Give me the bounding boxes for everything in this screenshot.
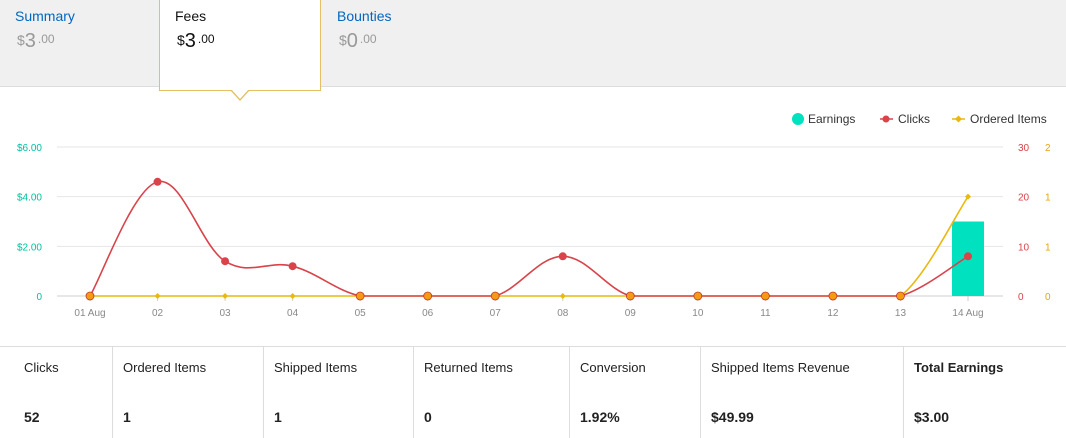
- x-tick-label: 02: [152, 308, 164, 319]
- x-tick-label: 01 Aug: [74, 308, 105, 319]
- clicks-point: [625, 291, 635, 301]
- legend-item-earnings[interactable]: Earnings: [792, 112, 855, 126]
- tab-summary-label: Summary: [15, 8, 75, 24]
- metric-conversion-value: 1.92%: [580, 409, 620, 425]
- clicks-point: [964, 252, 972, 261]
- tab-bounties-label: Bounties: [337, 8, 392, 24]
- tab-fees-value: $3.00: [177, 30, 215, 52]
- tab-summary-value: $3.00: [17, 30, 55, 52]
- x-tick-label: 08: [557, 308, 569, 319]
- tab-summary[interactable]: Summary $3.00: [0, 0, 160, 86]
- metric-ordered-items: Ordered Items 1: [113, 347, 264, 438]
- clicks-point: [828, 291, 838, 301]
- x-tick-label: 06: [422, 308, 434, 319]
- metric-total-earnings: Total Earnings $3.00: [904, 347, 1066, 438]
- clicks-point: [760, 291, 770, 301]
- chart-legend: Earnings Clicks Ordered Items: [792, 112, 1047, 126]
- metric-returned-items: Returned Items 0: [414, 347, 570, 438]
- x-tick-label: 10: [692, 308, 704, 319]
- metric-returned-items-label: Returned Items: [424, 360, 513, 375]
- ordered-items-point: [559, 293, 566, 299]
- ordered-items-point: [289, 293, 296, 299]
- x-axis: 01 Aug 02 03 04 05 06 07 08 09 10 11 12 13 14 Aug: [74, 296, 984, 319]
- tab-fees-label: Fees: [175, 8, 207, 24]
- metric-clicks: Clicks 52: [0, 347, 113, 438]
- y-left-tick-label: $2.00: [17, 242, 42, 253]
- clicks-point: [85, 291, 95, 301]
- x-tick-label: 13: [895, 308, 907, 319]
- metric-shipped-revenue: Shipped Items Revenue $49.99: [701, 347, 904, 438]
- chart-markers: [85, 177, 972, 301]
- x-tick-label: 04: [287, 308, 299, 319]
- y-left-tick-label: $6.00: [17, 143, 42, 154]
- x-tick-label: 03: [220, 308, 232, 319]
- ordered-items-point: [222, 293, 229, 299]
- legend-earnings-label: Earnings: [808, 112, 855, 126]
- y-axis-right-items: 0 1 1 2: [1045, 143, 1051, 303]
- y-axis-left: 0 $2.00 $4.00 $6.00: [17, 143, 42, 303]
- x-tick-label: 09: [625, 308, 637, 319]
- metric-returned-items-value: 0: [424, 409, 432, 425]
- clicks-point: [153, 177, 162, 186]
- clicks-point: [423, 291, 433, 301]
- tab-bar: Summary $3.00 Fees $3.00 Bounties $0.00: [0, 0, 1066, 101]
- metric-total-earnings-label: Total Earnings: [914, 360, 1004, 375]
- metric-clicks-label: Clicks: [24, 360, 59, 375]
- y-right-items-tick-label: 0: [1045, 292, 1051, 303]
- metrics-row: Clicks 52 Ordered Items 1 Shipped Items …: [0, 346, 1066, 438]
- x-tick-label: 07: [490, 308, 502, 319]
- y-right-items-tick-label: 1: [1045, 242, 1051, 253]
- y-right-clicks-tick-label: 20: [1018, 193, 1030, 204]
- x-tick-label: 14 Aug: [952, 308, 983, 319]
- tab-bounties[interactable]: Bounties $0.00: [322, 0, 482, 86]
- y-right-clicks-tick-label: 10: [1018, 242, 1030, 253]
- legend-clicks-marker: [882, 115, 890, 123]
- metric-conversion: Conversion 1.92%: [570, 347, 701, 438]
- active-tab-pointer-fill: [231, 89, 249, 99]
- x-tick-label: 05: [355, 308, 367, 319]
- clicks-point: [490, 291, 500, 301]
- y-right-clicks-tick-label: 30: [1018, 143, 1030, 154]
- legend-clicks-label: Clicks: [898, 112, 930, 126]
- metric-total-earnings-value: $3.00: [914, 409, 950, 425]
- clicks-line: [89, 180, 969, 297]
- tab-fees[interactable]: Fees $3.00: [159, 0, 321, 101]
- legend-ordered-marker: [955, 115, 962, 123]
- y-right-items-tick-label: 2: [1045, 143, 1051, 154]
- earnings-chart: Earnings Clicks Ordered Items 0 $2.00 $4.0…: [17, 112, 1051, 319]
- metric-shipped-revenue-value: $49.99: [711, 409, 754, 425]
- metric-ordered-items-label: Ordered Items: [123, 360, 207, 375]
- metric-shipped-items-label: Shipped Items: [274, 360, 358, 375]
- y-left-tick-label: 0: [36, 292, 42, 303]
- metric-shipped-revenue-label: Shipped Items Revenue: [711, 360, 850, 375]
- legend-ordered-label: Ordered Items: [970, 112, 1047, 126]
- clicks-point: [558, 252, 567, 261]
- legend-item-clicks[interactable]: Clicks: [880, 112, 930, 126]
- metric-ordered-items-value: 1: [123, 409, 131, 425]
- y-right-items-tick-label: 1: [1045, 193, 1051, 204]
- y-axis-right-clicks: 0 10 20 30: [1018, 143, 1030, 303]
- metric-shipped-items: Shipped Items 1: [264, 347, 414, 438]
- clicks-point: [221, 257, 230, 266]
- clicks-point: [693, 291, 703, 301]
- metric-conversion-label: Conversion: [580, 360, 646, 375]
- ordered-items-point: [154, 293, 161, 299]
- clicks-point: [896, 291, 905, 301]
- metric-shipped-items-value: 1: [274, 409, 282, 425]
- x-tick-label: 12: [827, 308, 839, 319]
- legend-item-ordered-items[interactable]: Ordered Items: [952, 112, 1047, 126]
- x-tick-label: 11: [760, 308, 771, 319]
- tab-bounties-value: $0.00: [339, 30, 377, 52]
- y-left-tick-label: $4.00: [17, 193, 42, 204]
- y-right-clicks-tick-label: 0: [1018, 292, 1024, 303]
- clicks-point: [355, 291, 365, 301]
- metric-clicks-value: 52: [24, 409, 40, 425]
- clicks-point: [288, 262, 297, 271]
- chart-lines: [89, 180, 969, 297]
- legend-earnings-marker: [792, 113, 804, 125]
